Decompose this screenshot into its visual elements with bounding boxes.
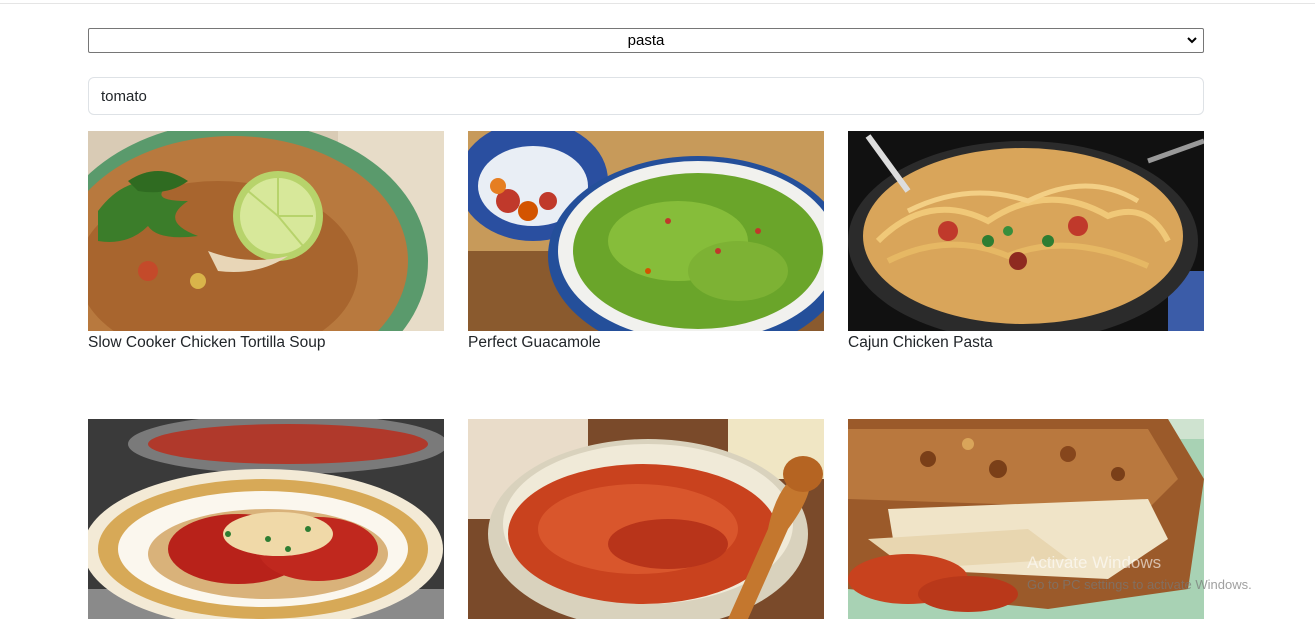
recipe-card[interactable] (468, 419, 824, 622)
marinara-sauce-photo[interactable] (468, 419, 824, 619)
pasta-photo[interactable] (848, 131, 1204, 331)
activate-windows-subtitle: Go to PC settings to activate Windows. (1027, 577, 1252, 592)
soup-photo[interactable] (88, 131, 444, 331)
recipe-card[interactable]: Cajun Chicken Pasta (848, 131, 1204, 352)
recipe-title[interactable]: Perfect Guacamole (468, 334, 824, 352)
search-input[interactable] (101, 86, 1181, 106)
top-border (0, 3, 1315, 4)
recipe-card[interactable] (88, 419, 444, 622)
category-select[interactable]: pasta (88, 28, 1204, 53)
recipe-title[interactable]: Slow Cooker Chicken Tortilla Soup (88, 334, 444, 352)
recipe-card[interactable]: Slow Cooker Chicken Tortilla Soup (88, 131, 444, 352)
recipe-card[interactable]: Perfect Guacamole (468, 131, 824, 352)
category-select-value: pasta (627, 32, 665, 49)
guacamole-photo[interactable] (468, 131, 824, 331)
activate-windows-title: Activate Windows (1027, 553, 1162, 572)
chevron-down-icon (1187, 37, 1197, 44)
recipe-title[interactable]: Cajun Chicken Pasta (848, 334, 1204, 352)
chicken-parmesan-photo[interactable] (88, 419, 444, 619)
search-field[interactable] (88, 77, 1204, 115)
